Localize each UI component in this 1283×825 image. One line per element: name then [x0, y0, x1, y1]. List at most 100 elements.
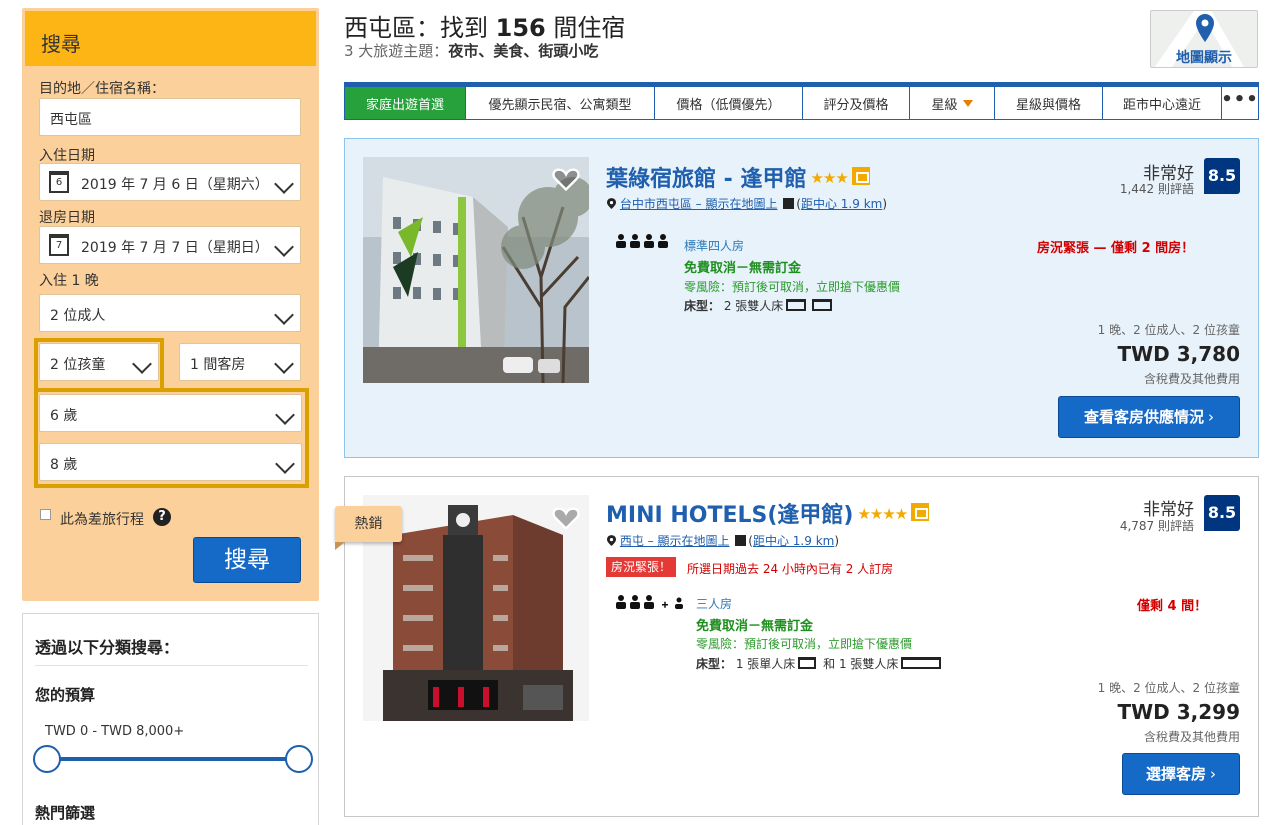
child-age-select-2[interactable]: 8 歲 — [39, 443, 302, 481]
bed-text: 2 張雙人床 — [723, 299, 784, 313]
bed-text-double: 1 張雙人床 — [838, 657, 899, 671]
check-availability-button[interactable]: 查看客房供應情況 › — [1058, 396, 1240, 438]
map-view-label: 地圖顯示 — [1176, 50, 1232, 66]
review-score-badge[interactable]: 8.5 — [1204, 158, 1240, 194]
checkout-label: 退房日期 — [39, 210, 95, 226]
hotel-name: MINI HOTELS(逢甲館) — [606, 503, 854, 528]
distance-link[interactable]: 距中心 1.9 km — [753, 534, 834, 548]
children-select[interactable]: 2 位孩童 — [39, 343, 159, 381]
search-header-title: 搜尋 — [41, 32, 81, 56]
tab-family-pick[interactable]: 家庭出遊首選 — [345, 87, 466, 119]
hotel-name-link[interactable]: MINI HOTELS(逢甲館) ★★★★ — [606, 497, 930, 529]
show-on-map-link[interactable]: 西屯 – 顯示在地圖上 — [620, 534, 730, 548]
calendar-icon: 7 — [49, 234, 69, 256]
subtitle-prefix: 3 大旅遊主題： — [344, 42, 449, 60]
review-score-badge[interactable]: 8.5 — [1204, 495, 1240, 531]
review-count[interactable]: 4,787 則評語 — [1120, 517, 1194, 534]
map-icon — [735, 535, 747, 546]
business-trip-label: 此為差旅行程 — [60, 512, 144, 528]
tab-price-low[interactable]: 價格（低價優先） — [655, 87, 803, 119]
people-icons — [616, 234, 668, 248]
show-on-map-link[interactable]: 台中市西屯區 – 顯示在地圖上 — [620, 197, 778, 211]
tab-stars-price[interactable]: 星級與價格 — [995, 87, 1103, 119]
checkin-date-value: 2019 年 7 月 6 日（星期六） — [81, 177, 269, 193]
rooms-value: 1 間客房 — [190, 357, 246, 373]
scarcity-message: 僅剩 4 間！ — [1137, 599, 1208, 614]
rooms-select[interactable]: 1 間客房 — [179, 343, 301, 381]
no-risk-note: 零風險：預訂後可取消，立即搶下優惠價 — [684, 280, 901, 294]
hotel-location: 台中市西屯區 – 顯示在地圖上 (距中心 1.9 km) — [607, 195, 887, 212]
hotel-name: 葉綠宿旅館 - 逢甲館 — [606, 167, 807, 192]
urgent-tag: 房況緊張！ — [606, 557, 677, 577]
help-icon[interactable]: ? — [153, 508, 171, 526]
stay-info: 1 晚、2 位成人、2 位孩童 — [1097, 681, 1240, 695]
destination-label: 目的地／住宿名稱： — [39, 81, 165, 97]
button-label: 選擇客房 — [1145, 765, 1206, 783]
favorite-heart-icon[interactable] — [552, 504, 580, 532]
search-panel: 搜尋 目的地／住宿名稱： 西屯區 入住日期 6 2019 年 7 月 6 日（星… — [22, 8, 319, 601]
people-icons — [616, 595, 683, 609]
tax-note: 含稅費及其他費用 — [1143, 730, 1240, 744]
business-trip-checkbox[interactable] — [40, 509, 51, 520]
distance-link[interactable]: 距中心 1.9 km — [801, 197, 882, 211]
chevron-down-icon — [274, 174, 294, 194]
bed-label: 床型： — [684, 299, 721, 313]
hotel-card: MINI HOTELS(逢甲館) ★★★★ 西屯 – 顯示在地圖上 (距中心 1.… — [344, 476, 1259, 817]
search-button[interactable]: 搜尋 — [193, 537, 301, 583]
child-age-select-1[interactable]: 6 歲 — [39, 394, 302, 432]
free-cancellation: 免費取消－無需訂金 — [684, 261, 802, 276]
budget-slider-max-handle[interactable] — [285, 745, 313, 773]
price: TWD 3,780 — [1117, 342, 1240, 366]
favorite-heart-icon[interactable] — [552, 165, 580, 193]
child-age-value-1: 6 歲 — [50, 408, 78, 424]
thumbs-up-icon — [911, 503, 930, 521]
chevron-down-icon — [274, 354, 294, 374]
room-type-link[interactable]: 三人房 — [696, 595, 732, 612]
bestseller-badge: 熱銷 — [335, 506, 402, 550]
tab-label: 星級與價格 — [1015, 97, 1081, 113]
page-title: 西屯區：找到 156 間住宿 — [344, 8, 625, 43]
star-rating-icon: ★★★ — [810, 169, 848, 187]
select-room-button[interactable]: 選擇客房 › — [1122, 753, 1240, 795]
search-header: 搜尋 — [25, 11, 316, 66]
budget-slider-track[interactable] — [47, 757, 301, 761]
chevron-down-icon — [275, 454, 295, 474]
tab-distance[interactable]: 距市中心遠近 — [1103, 87, 1222, 119]
no-risk-note: 零風險：預訂後可取消，立即搶下優惠價 — [696, 637, 913, 651]
tab-more[interactable]: ••• — [1221, 87, 1258, 119]
tab-label: 評分及價格 — [823, 97, 889, 113]
adults-value: 2 位成人 — [50, 308, 106, 324]
thumbs-up-icon — [851, 167, 870, 185]
destination-input[interactable]: 西屯區 — [39, 98, 301, 136]
subtitle-themes: 夜市、美食、街頭小吃 — [448, 42, 599, 60]
checkin-date-select[interactable]: 6 2019 年 7 月 6 日（星期六） — [39, 163, 301, 201]
hotel-card: 葉綠宿旅館 - 逢甲館 ★★★ 台中市西屯區 – 顯示在地圖上 (距中心 1.9 … — [344, 138, 1259, 458]
review-count[interactable]: 1,442 則評語 — [1120, 180, 1194, 197]
checkout-date-select[interactable]: 7 2019 年 7 月 7 日（星期日） — [39, 226, 301, 264]
result-count: 156 — [495, 14, 546, 42]
occupancy-icon — [615, 594, 687, 614]
page-subtitle: 3 大旅遊主題：夜市、美食、街頭小吃 — [344, 40, 598, 61]
button-label: 查看客房供應情況 — [1083, 408, 1204, 426]
title-prefix: 西屯區：找到 — [344, 14, 496, 42]
title-suffix: 間住宿 — [545, 14, 626, 42]
chevron-down-icon — [274, 305, 294, 325]
tax-note: 含稅費及其他費用 — [1143, 372, 1240, 386]
tab-score-price[interactable]: 評分及價格 — [803, 87, 910, 119]
bed-label: 床型： — [696, 657, 733, 671]
hotel-name-link[interactable]: 葉綠宿旅館 - 逢甲館 ★★★ — [606, 161, 870, 193]
tab-label: 價格（低價優先） — [676, 97, 781, 113]
tab-homes-apartments[interactable]: 優先顯示民宿、公寓類型 — [466, 87, 655, 119]
hotel-location: 西屯 – 顯示在地圖上 (距中心 1.9 km) — [607, 532, 839, 549]
stay-info: 1 晚、2 位成人、2 位孩童 — [1097, 323, 1240, 337]
destination-value: 西屯區 — [50, 112, 92, 128]
chevron-right-icon: › — [1210, 765, 1216, 783]
budget-slider-min-handle[interactable] — [33, 745, 61, 773]
tab-label: 家庭出遊首選 — [365, 97, 444, 113]
free-cancellation: 免費取消－無需訂金 — [696, 619, 814, 634]
room-type-link[interactable]: 標準四人房 — [684, 237, 744, 254]
map-view-button[interactable]: 地圖顯示 — [1150, 10, 1258, 68]
tab-stars[interactable]: 星級 — [910, 87, 995, 119]
double-bed-icon — [812, 299, 833, 311]
adults-select[interactable]: 2 位成人 — [39, 294, 301, 332]
